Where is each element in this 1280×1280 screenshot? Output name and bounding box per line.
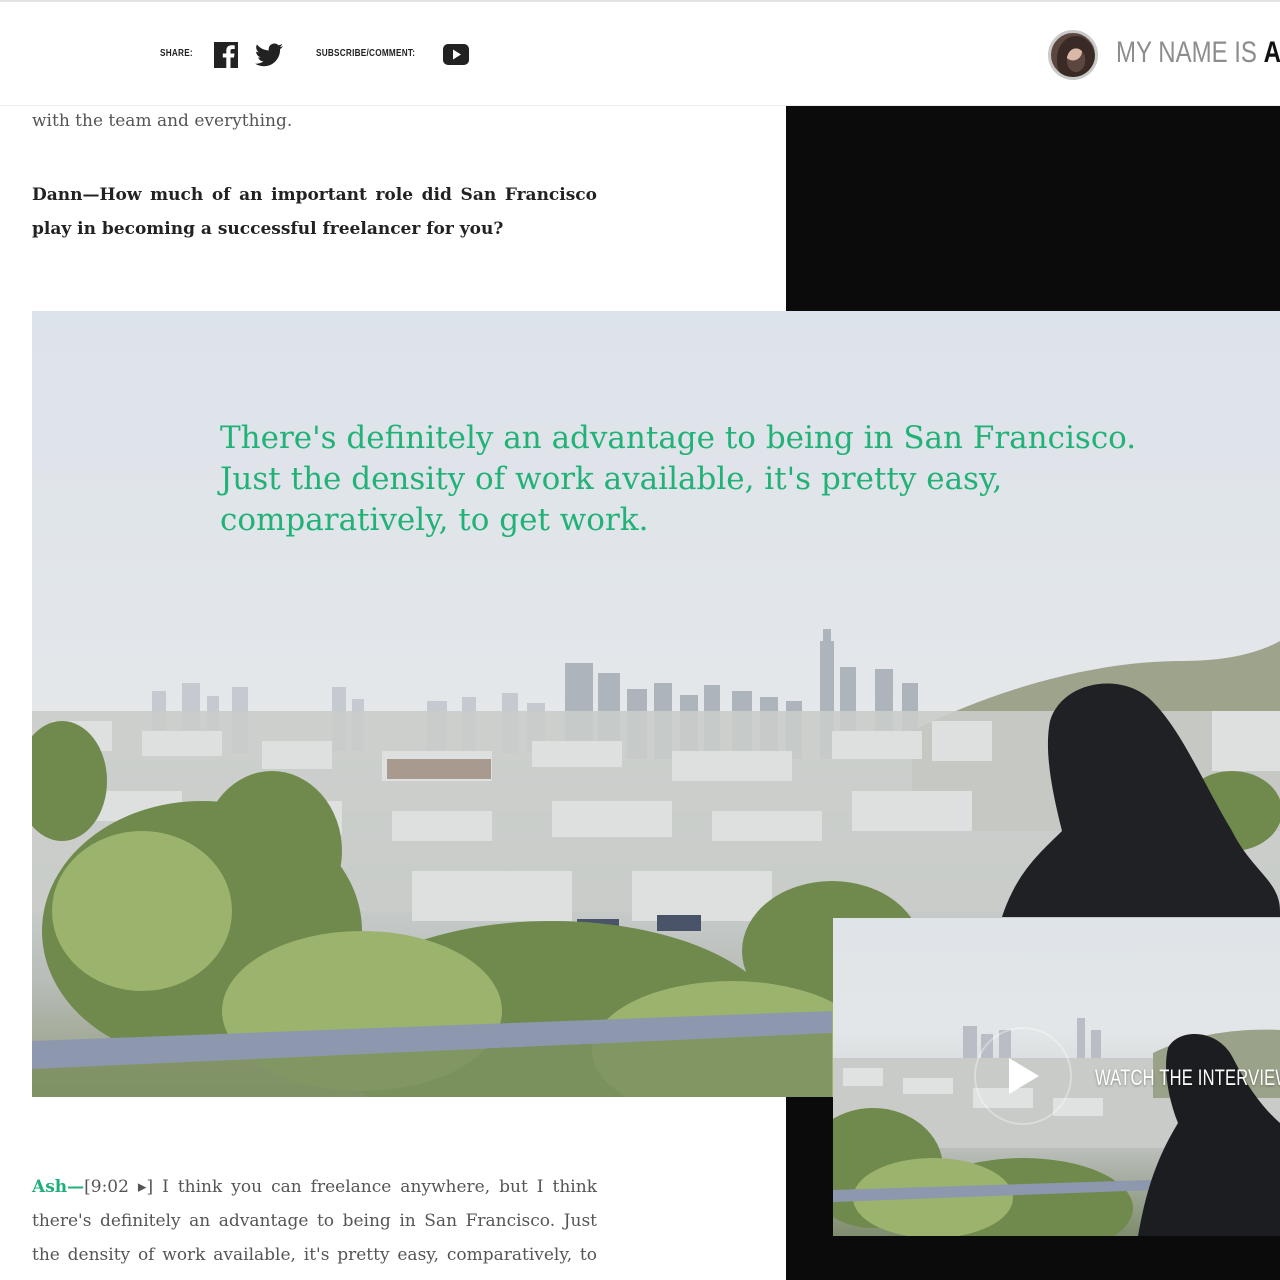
avatar[interactable] <box>1048 30 1098 80</box>
interview-question: Dann—How much of an important role did S… <box>32 185 597 239</box>
share-label: SHARE: <box>160 48 193 59</box>
site-name-prefix: MY NAME IS <box>1116 36 1257 69</box>
timestamp-link[interactable]: [9:02 ▸] <box>84 1177 153 1197</box>
site-header: SHARE: SUBSCRIBE/COMMENT: MY NAME IS ASH <box>0 0 1280 106</box>
watch-interview-label[interactable]: WATCH THE INTERVIEW <box>1095 1065 1280 1091</box>
answer-speaker: Ash— <box>32 1177 85 1197</box>
site-name[interactable]: MY NAME IS ASH <box>1116 36 1280 70</box>
pull-quote: There's definitely an advantage to being… <box>220 420 1137 538</box>
interview-answer: Ash—[9:02 ▸] I think you can freelance a… <box>32 1170 597 1280</box>
twitter-icon[interactable] <box>255 43 283 67</box>
site-name-bold: ASH <box>1263 36 1280 69</box>
facebook-icon[interactable] <box>214 42 238 68</box>
paragraph-tail: with the team and everything. <box>32 111 293 131</box>
subscribe-label: SUBSCRIBE/COMMENT: <box>316 48 416 59</box>
play-icon[interactable] <box>975 1028 1071 1124</box>
youtube-icon[interactable] <box>443 44 469 65</box>
watch-interview-video[interactable]: WATCH THE INTERVIEW <box>833 918 1280 1236</box>
